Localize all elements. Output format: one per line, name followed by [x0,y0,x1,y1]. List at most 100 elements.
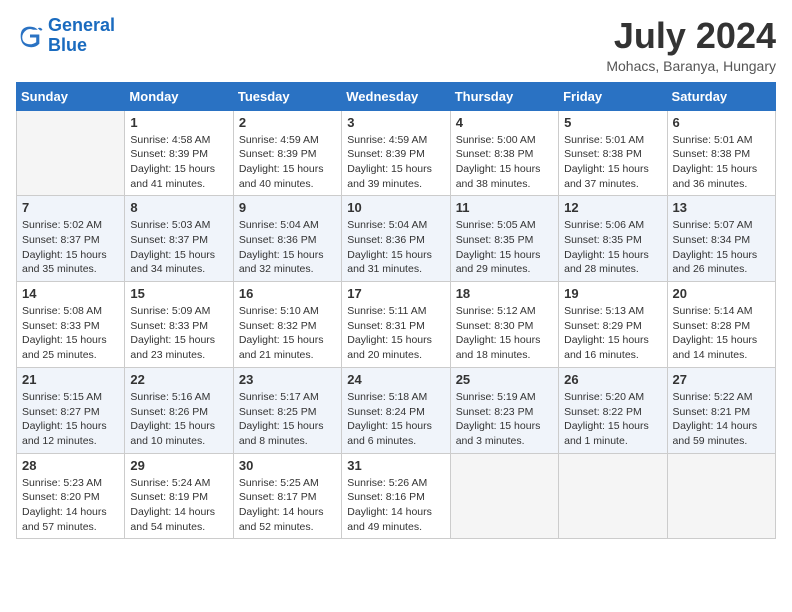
day-number: 3 [347,115,444,130]
day-info: Sunrise: 5:15 AM Sunset: 8:27 PM Dayligh… [22,390,119,449]
day-of-week-header: Friday [559,82,667,110]
day-number: 23 [239,372,336,387]
day-of-week-header: Wednesday [342,82,450,110]
calendar-day-cell: 15 Sunrise: 5:09 AM Sunset: 8:33 PM Dayl… [125,282,233,368]
day-number: 22 [130,372,227,387]
calendar-week-row: 7 Sunrise: 5:02 AM Sunset: 8:37 PM Dayli… [17,196,776,282]
day-number: 11 [456,200,553,215]
day-info: Sunrise: 5:19 AM Sunset: 8:23 PM Dayligh… [456,390,553,449]
calendar-week-row: 28 Sunrise: 5:23 AM Sunset: 8:20 PM Dayl… [17,453,776,539]
page-header: General Blue July 2024 Mohacs, Baranya, … [16,16,776,74]
day-number: 27 [673,372,770,387]
calendar-day-cell: 22 Sunrise: 5:16 AM Sunset: 8:26 PM Dayl… [125,367,233,453]
calendar-day-cell: 21 Sunrise: 5:15 AM Sunset: 8:27 PM Dayl… [17,367,125,453]
calendar-day-cell: 13 Sunrise: 5:07 AM Sunset: 8:34 PM Dayl… [667,196,775,282]
day-number: 1 [130,115,227,130]
day-number: 4 [456,115,553,130]
day-number: 28 [22,458,119,473]
day-number: 18 [456,286,553,301]
calendar-day-cell: 24 Sunrise: 5:18 AM Sunset: 8:24 PM Dayl… [342,367,450,453]
day-info: Sunrise: 5:01 AM Sunset: 8:38 PM Dayligh… [564,133,661,192]
day-of-week-header: Saturday [667,82,775,110]
day-of-week-header: Thursday [450,82,558,110]
day-info: Sunrise: 5:02 AM Sunset: 8:37 PM Dayligh… [22,218,119,277]
day-info: Sunrise: 5:00 AM Sunset: 8:38 PM Dayligh… [456,133,553,192]
day-of-week-header: Tuesday [233,82,341,110]
calendar-day-cell: 16 Sunrise: 5:10 AM Sunset: 8:32 PM Dayl… [233,282,341,368]
day-number: 29 [130,458,227,473]
calendar-day-cell: 26 Sunrise: 5:20 AM Sunset: 8:22 PM Dayl… [559,367,667,453]
day-info: Sunrise: 5:06 AM Sunset: 8:35 PM Dayligh… [564,218,661,277]
day-number: 15 [130,286,227,301]
day-number: 24 [347,372,444,387]
day-number: 16 [239,286,336,301]
day-number: 30 [239,458,336,473]
day-info: Sunrise: 5:03 AM Sunset: 8:37 PM Dayligh… [130,218,227,277]
day-info: Sunrise: 5:17 AM Sunset: 8:25 PM Dayligh… [239,390,336,449]
day-info: Sunrise: 4:59 AM Sunset: 8:39 PM Dayligh… [347,133,444,192]
day-info: Sunrise: 5:26 AM Sunset: 8:16 PM Dayligh… [347,476,444,535]
day-info: Sunrise: 5:24 AM Sunset: 8:19 PM Dayligh… [130,476,227,535]
day-number: 14 [22,286,119,301]
calendar-day-cell: 1 Sunrise: 4:58 AM Sunset: 8:39 PM Dayli… [125,110,233,196]
calendar-day-cell: 7 Sunrise: 5:02 AM Sunset: 8:37 PM Dayli… [17,196,125,282]
calendar-day-cell: 9 Sunrise: 5:04 AM Sunset: 8:36 PM Dayli… [233,196,341,282]
calendar-week-row: 21 Sunrise: 5:15 AM Sunset: 8:27 PM Dayl… [17,367,776,453]
day-number: 6 [673,115,770,130]
day-number: 12 [564,200,661,215]
calendar-day-cell [17,110,125,196]
day-info: Sunrise: 5:08 AM Sunset: 8:33 PM Dayligh… [22,304,119,363]
day-number: 13 [673,200,770,215]
calendar-day-cell: 29 Sunrise: 5:24 AM Sunset: 8:19 PM Dayl… [125,453,233,539]
calendar-day-cell [450,453,558,539]
day-info: Sunrise: 5:13 AM Sunset: 8:29 PM Dayligh… [564,304,661,363]
day-number: 17 [347,286,444,301]
calendar-day-cell: 11 Sunrise: 5:05 AM Sunset: 8:35 PM Dayl… [450,196,558,282]
calendar-week-row: 14 Sunrise: 5:08 AM Sunset: 8:33 PM Dayl… [17,282,776,368]
day-info: Sunrise: 5:14 AM Sunset: 8:28 PM Dayligh… [673,304,770,363]
calendar-day-cell: 5 Sunrise: 5:01 AM Sunset: 8:38 PM Dayli… [559,110,667,196]
month-title: July 2024 [606,16,776,56]
calendar-day-cell: 8 Sunrise: 5:03 AM Sunset: 8:37 PM Dayli… [125,196,233,282]
calendar-week-row: 1 Sunrise: 4:58 AM Sunset: 8:39 PM Dayli… [17,110,776,196]
calendar-day-cell: 20 Sunrise: 5:14 AM Sunset: 8:28 PM Dayl… [667,282,775,368]
logo-text: General Blue [48,16,115,56]
day-number: 26 [564,372,661,387]
day-info: Sunrise: 5:04 AM Sunset: 8:36 PM Dayligh… [239,218,336,277]
calendar-day-cell [667,453,775,539]
day-info: Sunrise: 5:10 AM Sunset: 8:32 PM Dayligh… [239,304,336,363]
logo-icon [16,22,44,50]
day-info: Sunrise: 5:12 AM Sunset: 8:30 PM Dayligh… [456,304,553,363]
day-number: 20 [673,286,770,301]
calendar-day-cell: 25 Sunrise: 5:19 AM Sunset: 8:23 PM Dayl… [450,367,558,453]
calendar-day-cell: 14 Sunrise: 5:08 AM Sunset: 8:33 PM Dayl… [17,282,125,368]
day-number: 2 [239,115,336,130]
calendar-day-cell: 17 Sunrise: 5:11 AM Sunset: 8:31 PM Dayl… [342,282,450,368]
day-number: 10 [347,200,444,215]
calendar-day-cell: 6 Sunrise: 5:01 AM Sunset: 8:38 PM Dayli… [667,110,775,196]
calendar-header-row: SundayMondayTuesdayWednesdayThursdayFrid… [17,82,776,110]
day-info: Sunrise: 5:04 AM Sunset: 8:36 PM Dayligh… [347,218,444,277]
day-info: Sunrise: 5:11 AM Sunset: 8:31 PM Dayligh… [347,304,444,363]
day-info: Sunrise: 5:09 AM Sunset: 8:33 PM Dayligh… [130,304,227,363]
day-of-week-header: Sunday [17,82,125,110]
day-info: Sunrise: 5:23 AM Sunset: 8:20 PM Dayligh… [22,476,119,535]
calendar-day-cell: 23 Sunrise: 5:17 AM Sunset: 8:25 PM Dayl… [233,367,341,453]
day-info: Sunrise: 5:01 AM Sunset: 8:38 PM Dayligh… [673,133,770,192]
day-info: Sunrise: 5:25 AM Sunset: 8:17 PM Dayligh… [239,476,336,535]
calendar-table: SundayMondayTuesdayWednesdayThursdayFrid… [16,82,776,540]
day-info: Sunrise: 5:22 AM Sunset: 8:21 PM Dayligh… [673,390,770,449]
day-info: Sunrise: 5:07 AM Sunset: 8:34 PM Dayligh… [673,218,770,277]
location: Mohacs, Baranya, Hungary [606,58,776,74]
day-number: 5 [564,115,661,130]
day-of-week-header: Monday [125,82,233,110]
day-info: Sunrise: 5:20 AM Sunset: 8:22 PM Dayligh… [564,390,661,449]
day-info: Sunrise: 4:59 AM Sunset: 8:39 PM Dayligh… [239,133,336,192]
calendar-day-cell: 19 Sunrise: 5:13 AM Sunset: 8:29 PM Dayl… [559,282,667,368]
day-number: 31 [347,458,444,473]
day-info: Sunrise: 5:05 AM Sunset: 8:35 PM Dayligh… [456,218,553,277]
day-info: Sunrise: 5:16 AM Sunset: 8:26 PM Dayligh… [130,390,227,449]
calendar-day-cell: 27 Sunrise: 5:22 AM Sunset: 8:21 PM Dayl… [667,367,775,453]
calendar-day-cell: 30 Sunrise: 5:25 AM Sunset: 8:17 PM Dayl… [233,453,341,539]
title-section: July 2024 Mohacs, Baranya, Hungary [606,16,776,74]
